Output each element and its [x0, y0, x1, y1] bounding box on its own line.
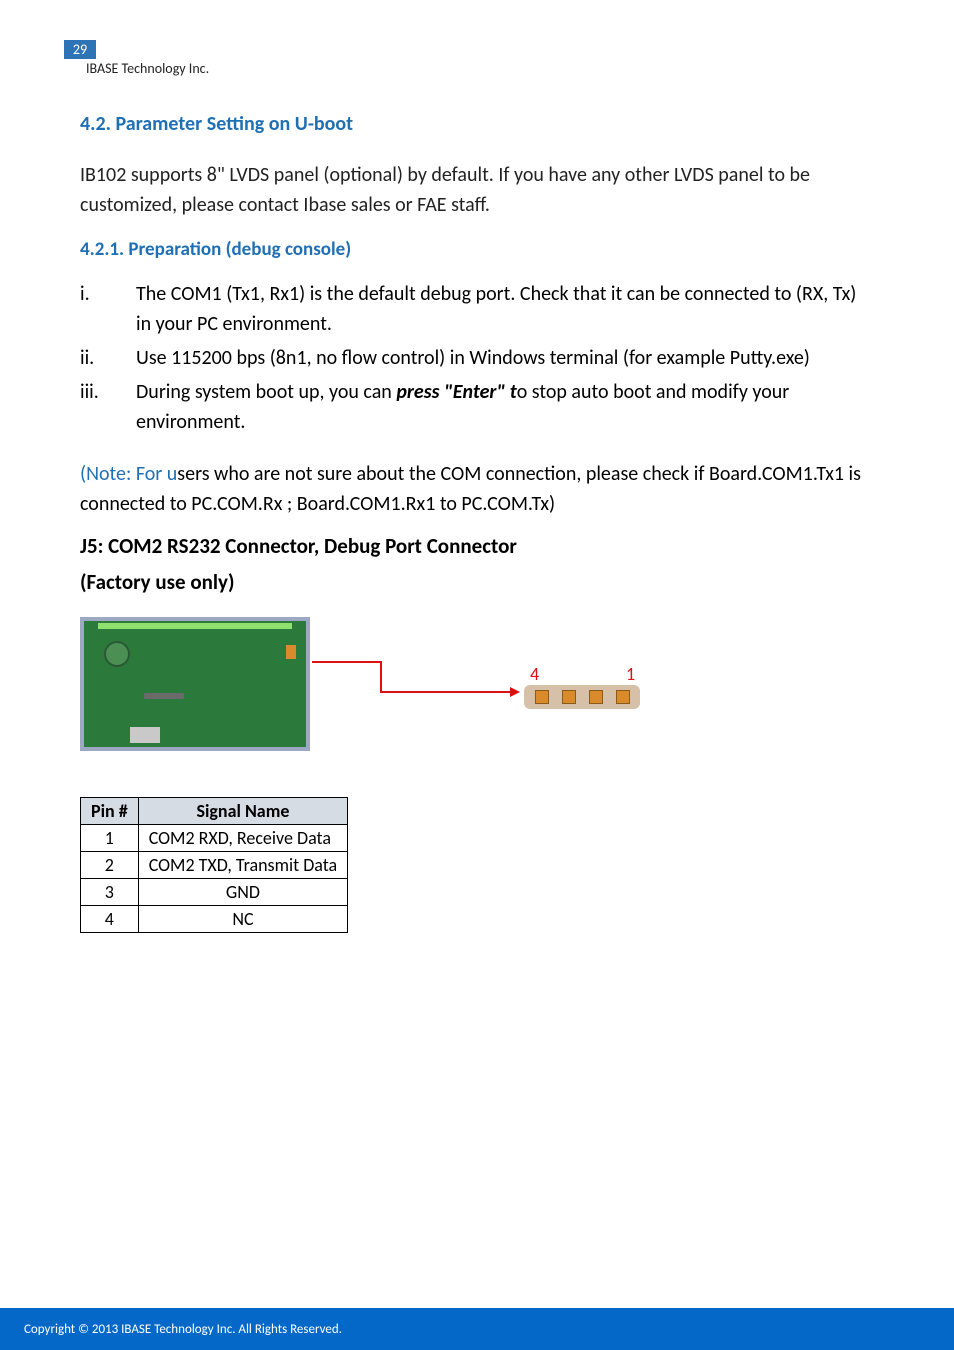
- connector-label-4: 4: [530, 663, 539, 685]
- arrow-segment: [380, 661, 382, 693]
- board-image: [80, 617, 310, 751]
- connector-label-1: 1: [626, 663, 635, 685]
- note-blue: (Note: For u: [80, 462, 177, 486]
- table-header-pin: Pin #: [81, 798, 139, 825]
- arrow-segment: [312, 661, 382, 663]
- footer-bar: Copyright © 2013 IBASE Technology Inc. A…: [0, 1308, 954, 1350]
- connector-pins-icon: [524, 685, 640, 709]
- list-text: The COM1 (Tx1, Rx1) is the default debug…: [136, 279, 874, 339]
- list-item: iii. During system boot up, you can pres…: [80, 377, 874, 437]
- heading-factory: (Factory use only): [80, 569, 874, 595]
- note-rest: sers who are not sure about the COM conn…: [80, 462, 861, 516]
- list-text-pre: During system boot up, you can: [136, 380, 396, 404]
- footer-text: Copyright © 2013 IBASE Technology Inc. A…: [24, 1322, 342, 1337]
- table-header-signal: Signal Name: [138, 798, 347, 825]
- arrow-head-icon: [510, 687, 520, 697]
- pin-table: Pin # Signal Name 1 COM2 RXD, Receive Da…: [80, 797, 348, 933]
- heading-4-2-1: 4.2.1. Preparation (debug console): [80, 238, 874, 261]
- preparation-list: i. The COM1 (Tx1, Rx1) is the default de…: [80, 279, 874, 437]
- list-item: i. The COM1 (Tx1, Rx1) is the default de…: [80, 279, 874, 339]
- cell-signal: COM2 RXD, Receive Data: [138, 825, 347, 852]
- heading-j5: J5: COM2 RS232 Connector, Debug Port Con…: [80, 533, 874, 559]
- note-paragraph: (Note: For users who are not sure about …: [80, 459, 874, 519]
- cell-pin: 2: [81, 852, 139, 879]
- heading-4-2: 4.2. Parameter Setting on U-boot: [80, 112, 874, 136]
- table-row: 1 COM2 RXD, Receive Data: [81, 825, 348, 852]
- cell-pin: 1: [81, 825, 139, 852]
- table-row: 4 NC: [81, 906, 348, 933]
- table-row: 2 COM2 TXD, Transmit Data: [81, 852, 348, 879]
- list-num: iii.: [80, 377, 136, 437]
- list-text-em: press "Enter" t: [396, 380, 516, 404]
- connector-diagram: 4 1: [80, 613, 640, 773]
- cell-signal: NC: [138, 906, 347, 933]
- org-name: IBASE Technology Inc.: [86, 60, 209, 77]
- table-row: 3 GND: [81, 879, 348, 906]
- list-num: i.: [80, 279, 136, 339]
- list-num: ii.: [80, 343, 136, 373]
- page-number-tab: 29: [64, 40, 96, 59]
- cell-signal: COM2 TXD, Transmit Data: [138, 852, 347, 879]
- list-text: Use 115200 bps (8n1, no flow control) in…: [136, 343, 874, 373]
- arrow-segment: [380, 691, 514, 693]
- intro-paragraph: IB102 supports 8" LVDS panel (optional) …: [80, 160, 874, 220]
- cell-pin: 3: [81, 879, 139, 906]
- cell-signal: GND: [138, 879, 347, 906]
- list-text: During system boot up, you can press "En…: [136, 377, 874, 437]
- list-item: ii. Use 115200 bps (8n1, no flow control…: [80, 343, 874, 373]
- cell-pin: 4: [81, 906, 139, 933]
